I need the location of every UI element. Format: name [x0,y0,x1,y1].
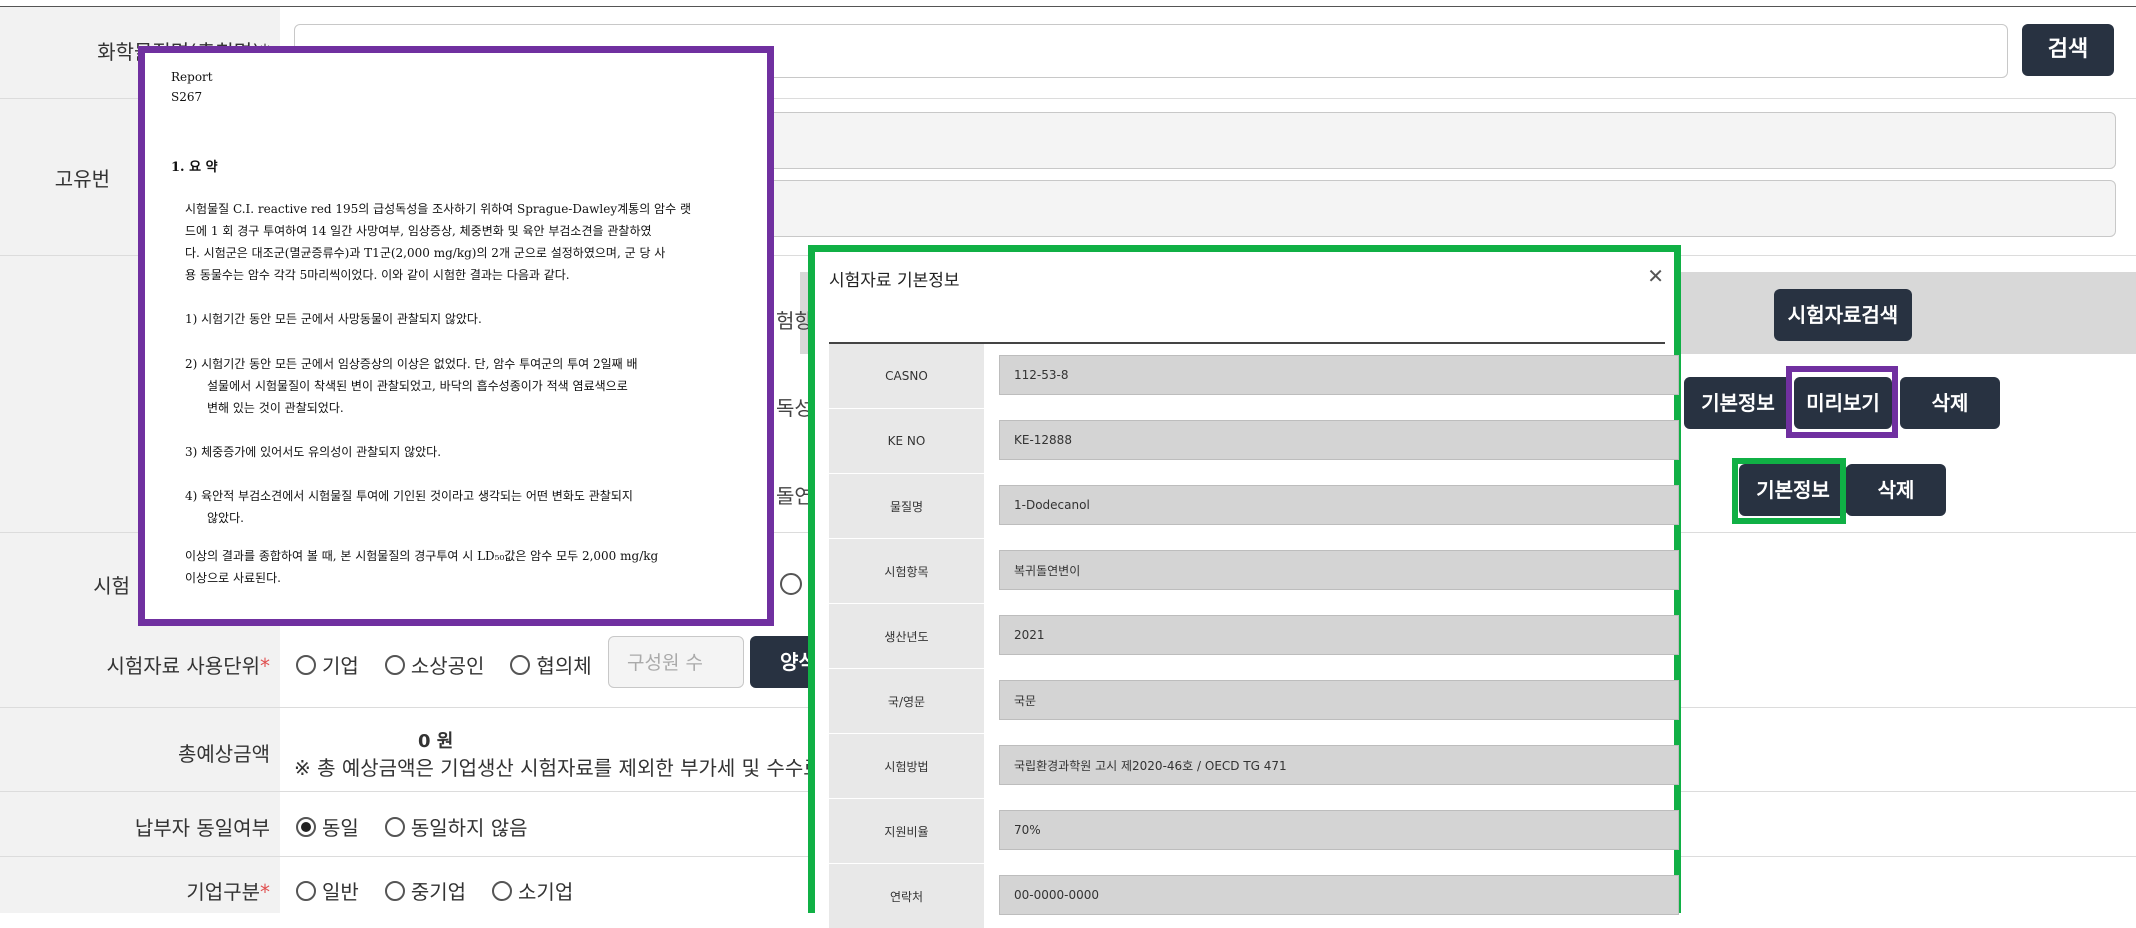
report-line: 이상으로 사료된다. [185,571,281,585]
modal-row-year: 생산년도 2021 [829,604,1679,668]
top-border [0,0,2136,7]
field-label: 연락처 [829,864,984,928]
radio-option-same[interactable]: 동일 [296,812,359,841]
report-section-title: 1. 요 약 [171,160,218,175]
report-line: 2) 시험기간 동안 모든 군에서 임상증상의 이상은 없었다. 단, 암수 투… [185,357,638,371]
report-conclusion: 이상의 결과를 종합하여 볼 때, 본 시험물질의 경구투여 시 LD₅₀값은 … [185,545,745,589]
preview-highlight [1786,366,1898,438]
basic-info-modal: 시험자료 기본정보 ✕ CASNO 112-53-8 KE NO KE-12888 … [808,245,1681,928]
modal-row-language: 국/영문 국문 [829,669,1679,733]
report-line: 변해 있는 것이 관찰되었다. [207,401,344,415]
report-intro: 시험물질 C.I. reactive red 195의 급성독성을 조사하기 위… [185,198,753,286]
field-value: 국립환경과학원 고시 제2020-46호 / OECD TG 471 [999,745,1679,785]
report-header-title: Report [171,70,213,84]
field-label: 국/영문 [829,669,984,733]
modal-row-substance: 물질명 1-Dodecanol [829,474,1679,538]
total-cost-note: ※ 총 예상금액은 기업생산 시험자료를 제외한 부가세 및 수수료 포 [294,756,847,780]
report-line: 설물에서 시험물질이 착색된 변이 관찰되었고, 바닥의 흡수성종이가 적색 염… [207,379,628,393]
modal-row-keno: KE NO KE-12888 [829,409,1679,473]
modal-row-support-ratio: 지원비율 70% [829,799,1679,863]
radio-button[interactable] [492,880,513,901]
report-header-code: S267 [171,90,203,104]
field-label: 시험항목 [829,539,984,603]
same-payer-label: 납부자 동일여부 [134,816,270,840]
radio-option-general[interactable]: 일반 [296,876,359,905]
report-item-2: 2) 시험기간 동안 모든 군에서 임상증상의 이상은 없었다. 단, 암수 투… [185,353,745,419]
field-label: KE NO [829,409,984,473]
modal-row-method: 시험방법 국립환경과학원 고시 제2020-46호 / OECD TG 471 [829,734,1679,798]
total-cost-label: 총예상금액 [178,742,270,766]
unique-number-label: 고유번 [54,167,110,191]
report-item-4: 4) 육안적 부검소견에서 시험물질 투여에 기인된 것이라고 생각되는 어떤 … [185,485,745,529]
radio-button[interactable] [510,654,531,675]
field-label: CASNO [829,344,984,408]
radio-button-selected[interactable] [296,816,316,837]
field-value: 국문 [999,680,1679,720]
report-line: 않았다. [207,511,244,525]
radio-option-consortium[interactable]: 협의체 [510,650,592,679]
field-label: 지원비율 [829,799,984,863]
report-item-3: 3) 체중증가에 있어서도 유의성이 관찰되지 않았다. [185,445,442,459]
modal-row-test-item: 시험항목 복귀돌연변이 [829,539,1679,603]
field-value: 112-53-8 [999,355,1679,395]
field-value: 2021 [999,615,1679,655]
report-line: 4) 육안적 부검소견에서 시험물질 투여에 기인된 것이라고 생각되는 어떤 … [185,489,633,503]
report-item-1: 1) 시험기간 동안 모든 군에서 사망동물이 관찰되지 않았다. [185,312,482,326]
radio-button[interactable] [384,654,405,675]
radio-option-small-business[interactable]: 소상공인 [384,650,484,679]
modal-row-casno: CASNO 112-53-8 [829,344,1679,408]
field-label: 생산년도 [829,604,984,668]
radio-option-company[interactable]: 기업 [296,650,359,679]
report-preview: Report S267 1. 요 약 시험물질 C.I. reactive re… [138,46,774,626]
delete-button[interactable]: 삭제 [1900,377,2000,429]
radio-option-not-same[interactable]: 동일하지 않음 [384,812,528,841]
test-data-search-button[interactable]: 시험자료검색 [1774,289,1912,341]
test-label-partial: 시험 [93,574,130,598]
modal-row-contact: 연락처 00-0000-0000 [829,864,1679,928]
field-label: 시험방법 [829,734,984,798]
usage-unit-label: 시험자료 사용단위* [106,654,270,678]
report-line: 다. 시험군은 대조군(멸균증류수)과 T1군(2,000 mg/kg)의 2개… [185,246,666,260]
report-header: Report S267 [171,67,213,107]
field-value: 복귀돌연변이 [999,550,1679,590]
report-line: 용 동물수는 암수 각각 5마리씩이었다. 이와 같이 시험한 결과는 다음과 … [185,268,570,282]
field-value: KE-12888 [999,420,1679,460]
radio-button[interactable] [384,880,405,901]
field-value: 00-0000-0000 [999,875,1679,915]
search-button[interactable]: 검색 [2022,24,2114,76]
report-line: 이상의 결과를 종합하여 볼 때, 본 시험물질의 경구투여 시 LD₅₀값은 … [185,549,659,563]
report-line: 시험물질 C.I. reactive red 195의 급성독성을 조사하기 위… [185,202,691,216]
usage-unit-radios: 기업 소상공인 협의체 [296,650,618,679]
total-cost-value: 0 원 [418,731,454,752]
company-type-label: 기업구분* [186,880,270,904]
radio-button[interactable] [384,816,405,837]
radio-partial[interactable] [780,573,802,595]
radio-option-medium[interactable]: 중기업 [384,876,466,905]
radio-button[interactable] [296,654,316,675]
field-value: 70% [999,810,1679,850]
basic-info-button[interactable]: 기본정보 [1684,377,1792,429]
delete-button-2[interactable]: 삭제 [1846,464,1946,516]
field-label: 물질명 [829,474,984,538]
field-value: 1-Dodecanol [999,485,1679,525]
modal-title: 시험자료 기본정보 [829,271,960,291]
member-count-input[interactable]: 구성원 수 [608,636,744,688]
report-line: 드에 1 회 경구 투여하여 14 일간 사망여부, 임상증상, 체중변화 및 … [185,224,652,238]
radio-button[interactable] [296,880,316,901]
company-type-radios: 일반 중기업 소기업 [296,876,599,905]
close-icon[interactable]: ✕ [1647,264,1664,288]
same-payer-radios: 동일 동일하지 않음 [296,812,554,841]
radio-option-small[interactable]: 소기업 [492,876,573,905]
basic-info-highlight [1732,458,1846,524]
